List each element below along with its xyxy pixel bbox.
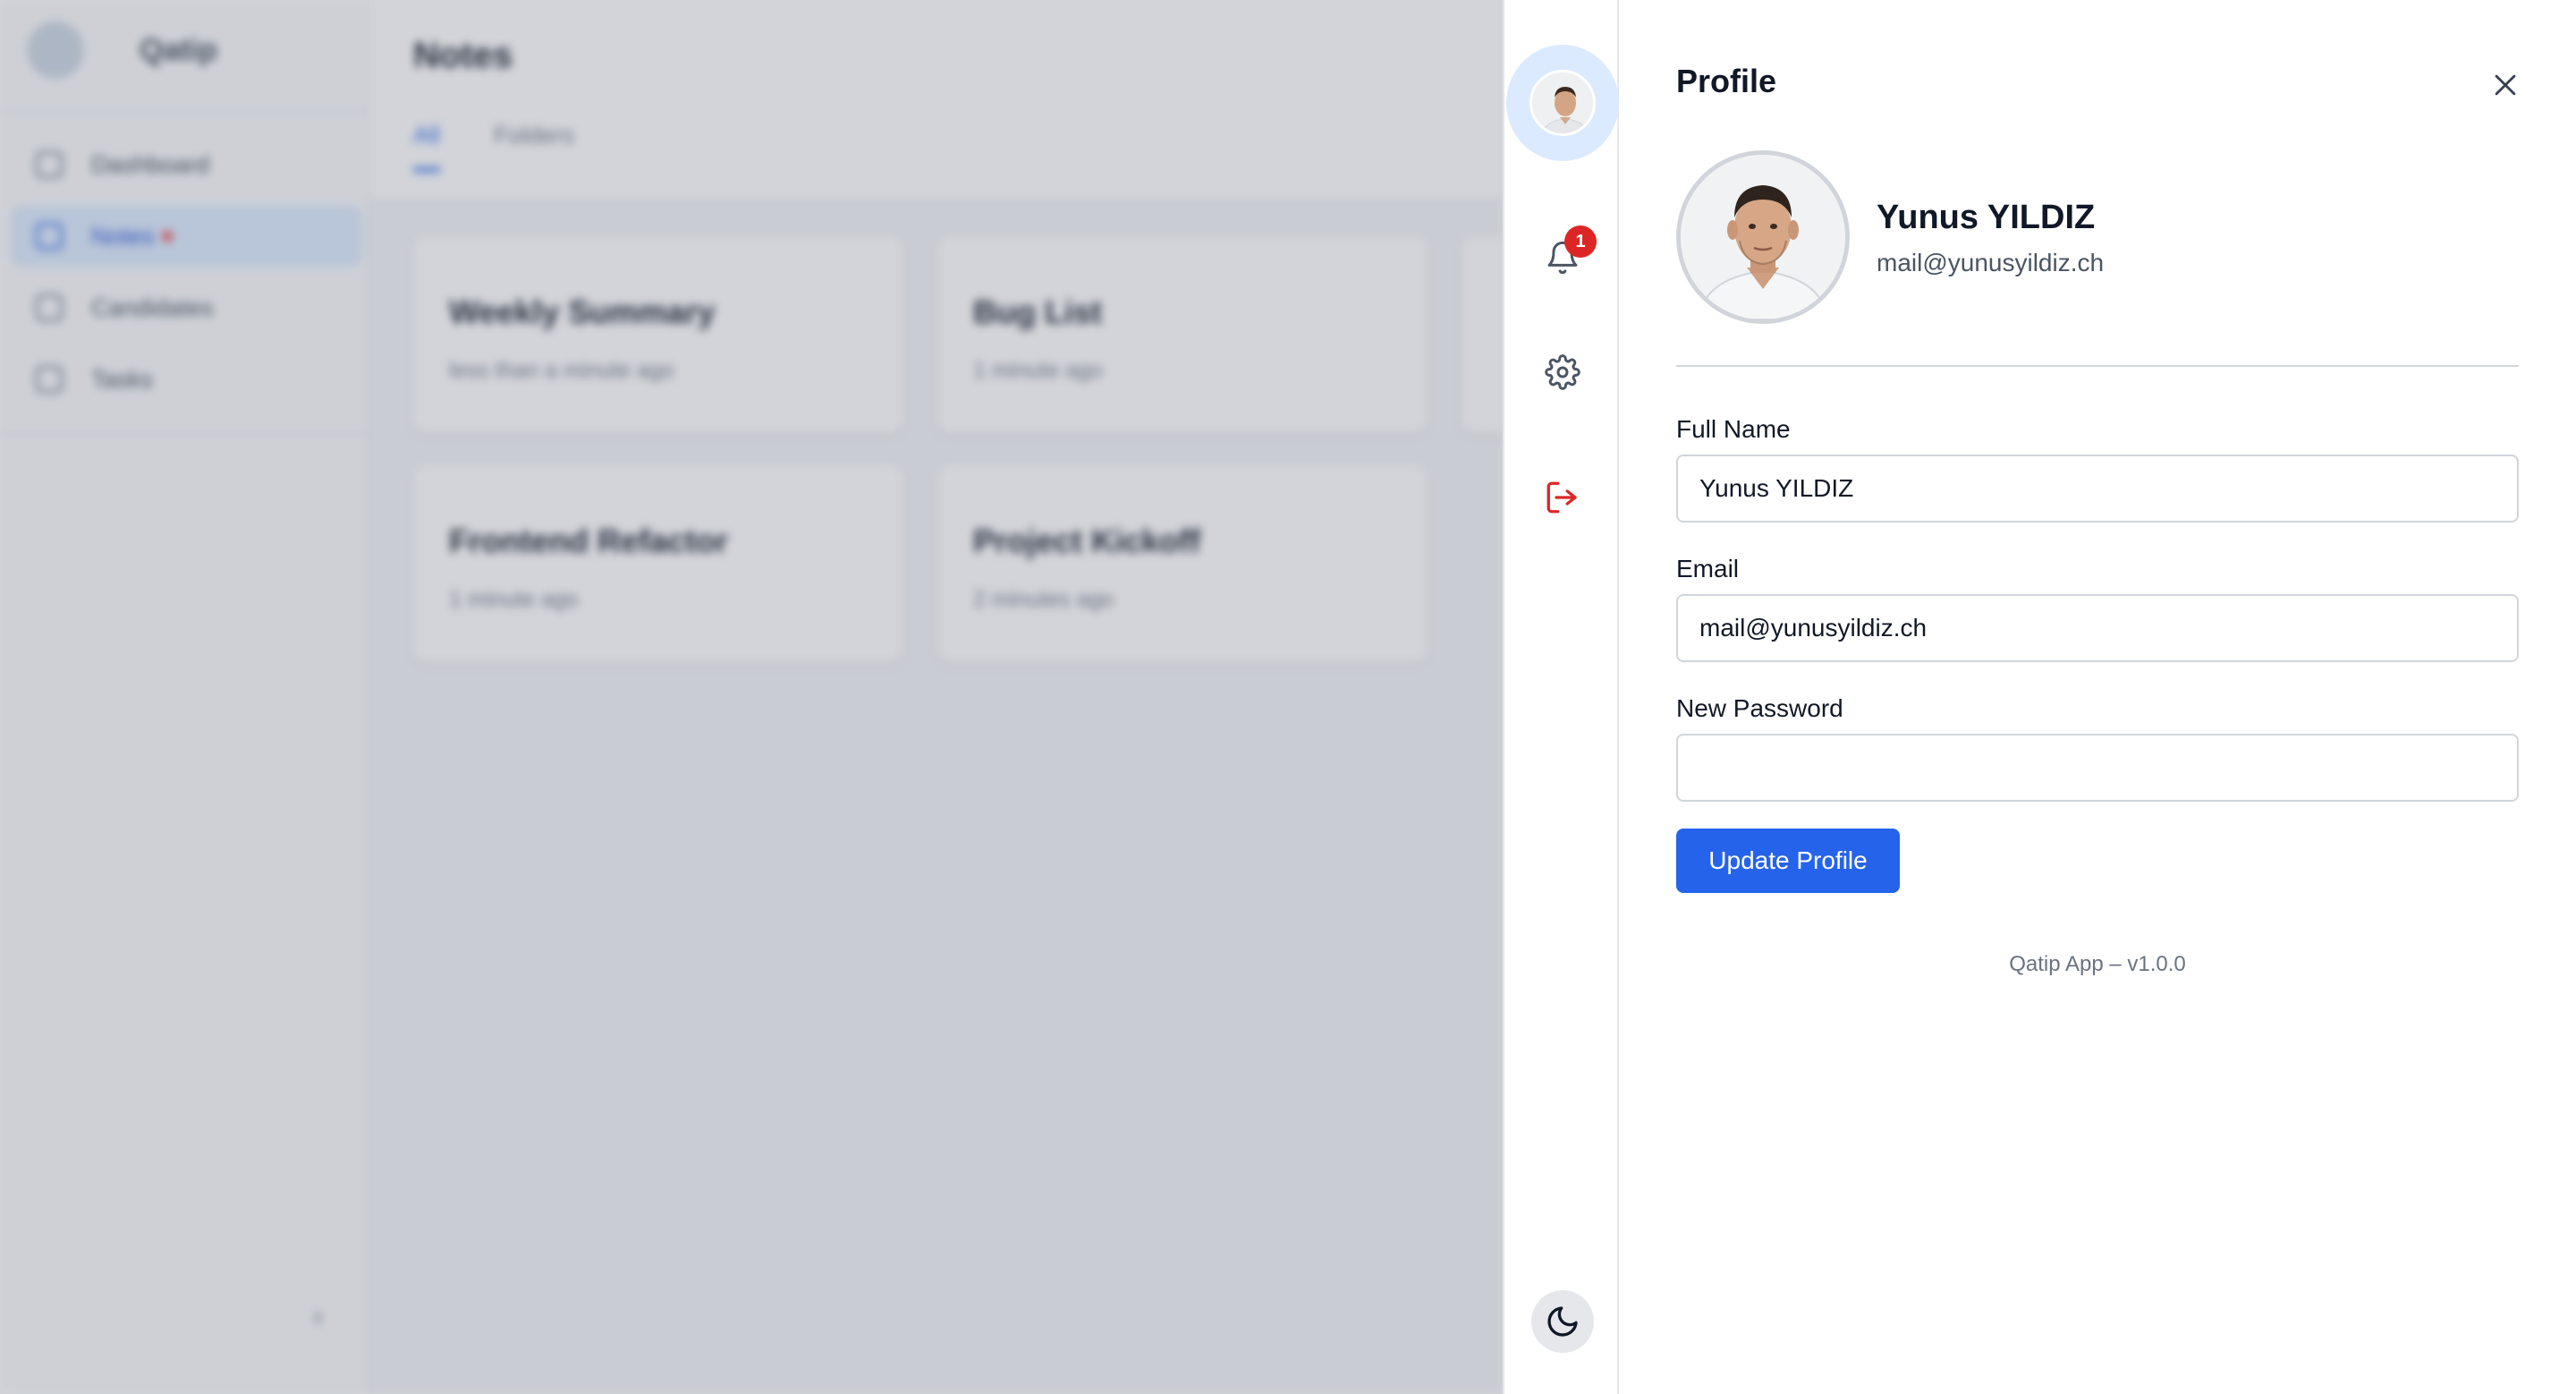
close-button[interactable]	[2483, 63, 2528, 107]
logout-icon	[1546, 481, 1577, 514]
update-profile-button[interactable]: Update Profile	[1676, 829, 1900, 893]
profile-photo-icon	[1681, 155, 1845, 319]
rail-avatar-button[interactable]	[1506, 45, 1619, 161]
logout-button[interactable]	[1534, 469, 1591, 526]
gear-icon	[1545, 354, 1580, 390]
profile-name: Yunus YILDIZ	[1877, 199, 2096, 236]
avatar	[1530, 70, 1596, 136]
profile-email: mail@yunusyildiz.ch	[1877, 249, 2105, 276]
close-icon	[2495, 74, 2516, 96]
notification-count-badge: 1	[1564, 225, 1597, 258]
new-password-field[interactable]	[1676, 734, 2519, 802]
new-password-label: New Password	[1676, 694, 1843, 722]
profile-avatar	[1676, 150, 1850, 324]
moon-icon	[1547, 1306, 1578, 1337]
full-name-label: Full Name	[1676, 415, 1791, 443]
full-name-field[interactable]	[1676, 455, 2519, 523]
modal-backdrop[interactable]	[0, 0, 1503, 1394]
avatar-photo-icon	[1532, 72, 1593, 133]
settings-button[interactable]	[1534, 344, 1591, 401]
profile-panel: Profile Yunus YILDIZ mail@yunusyildiz.ch…	[1619, 0, 2576, 1394]
theme-toggle-button[interactable]	[1531, 1290, 1594, 1353]
panel-title: Profile	[1676, 63, 1777, 99]
app-version: Qatip App – v1.0.0	[2009, 952, 2186, 976]
icon-rail: 1	[1503, 0, 1619, 1394]
divider	[1676, 365, 2519, 367]
email-label: Email	[1676, 555, 1740, 582]
app-root: Qatip Dashboard Notes Candidates Tasks ‹…	[0, 0, 2576, 1394]
email-field[interactable]	[1676, 594, 2519, 662]
notifications-button[interactable]: 1	[1534, 225, 1597, 286]
